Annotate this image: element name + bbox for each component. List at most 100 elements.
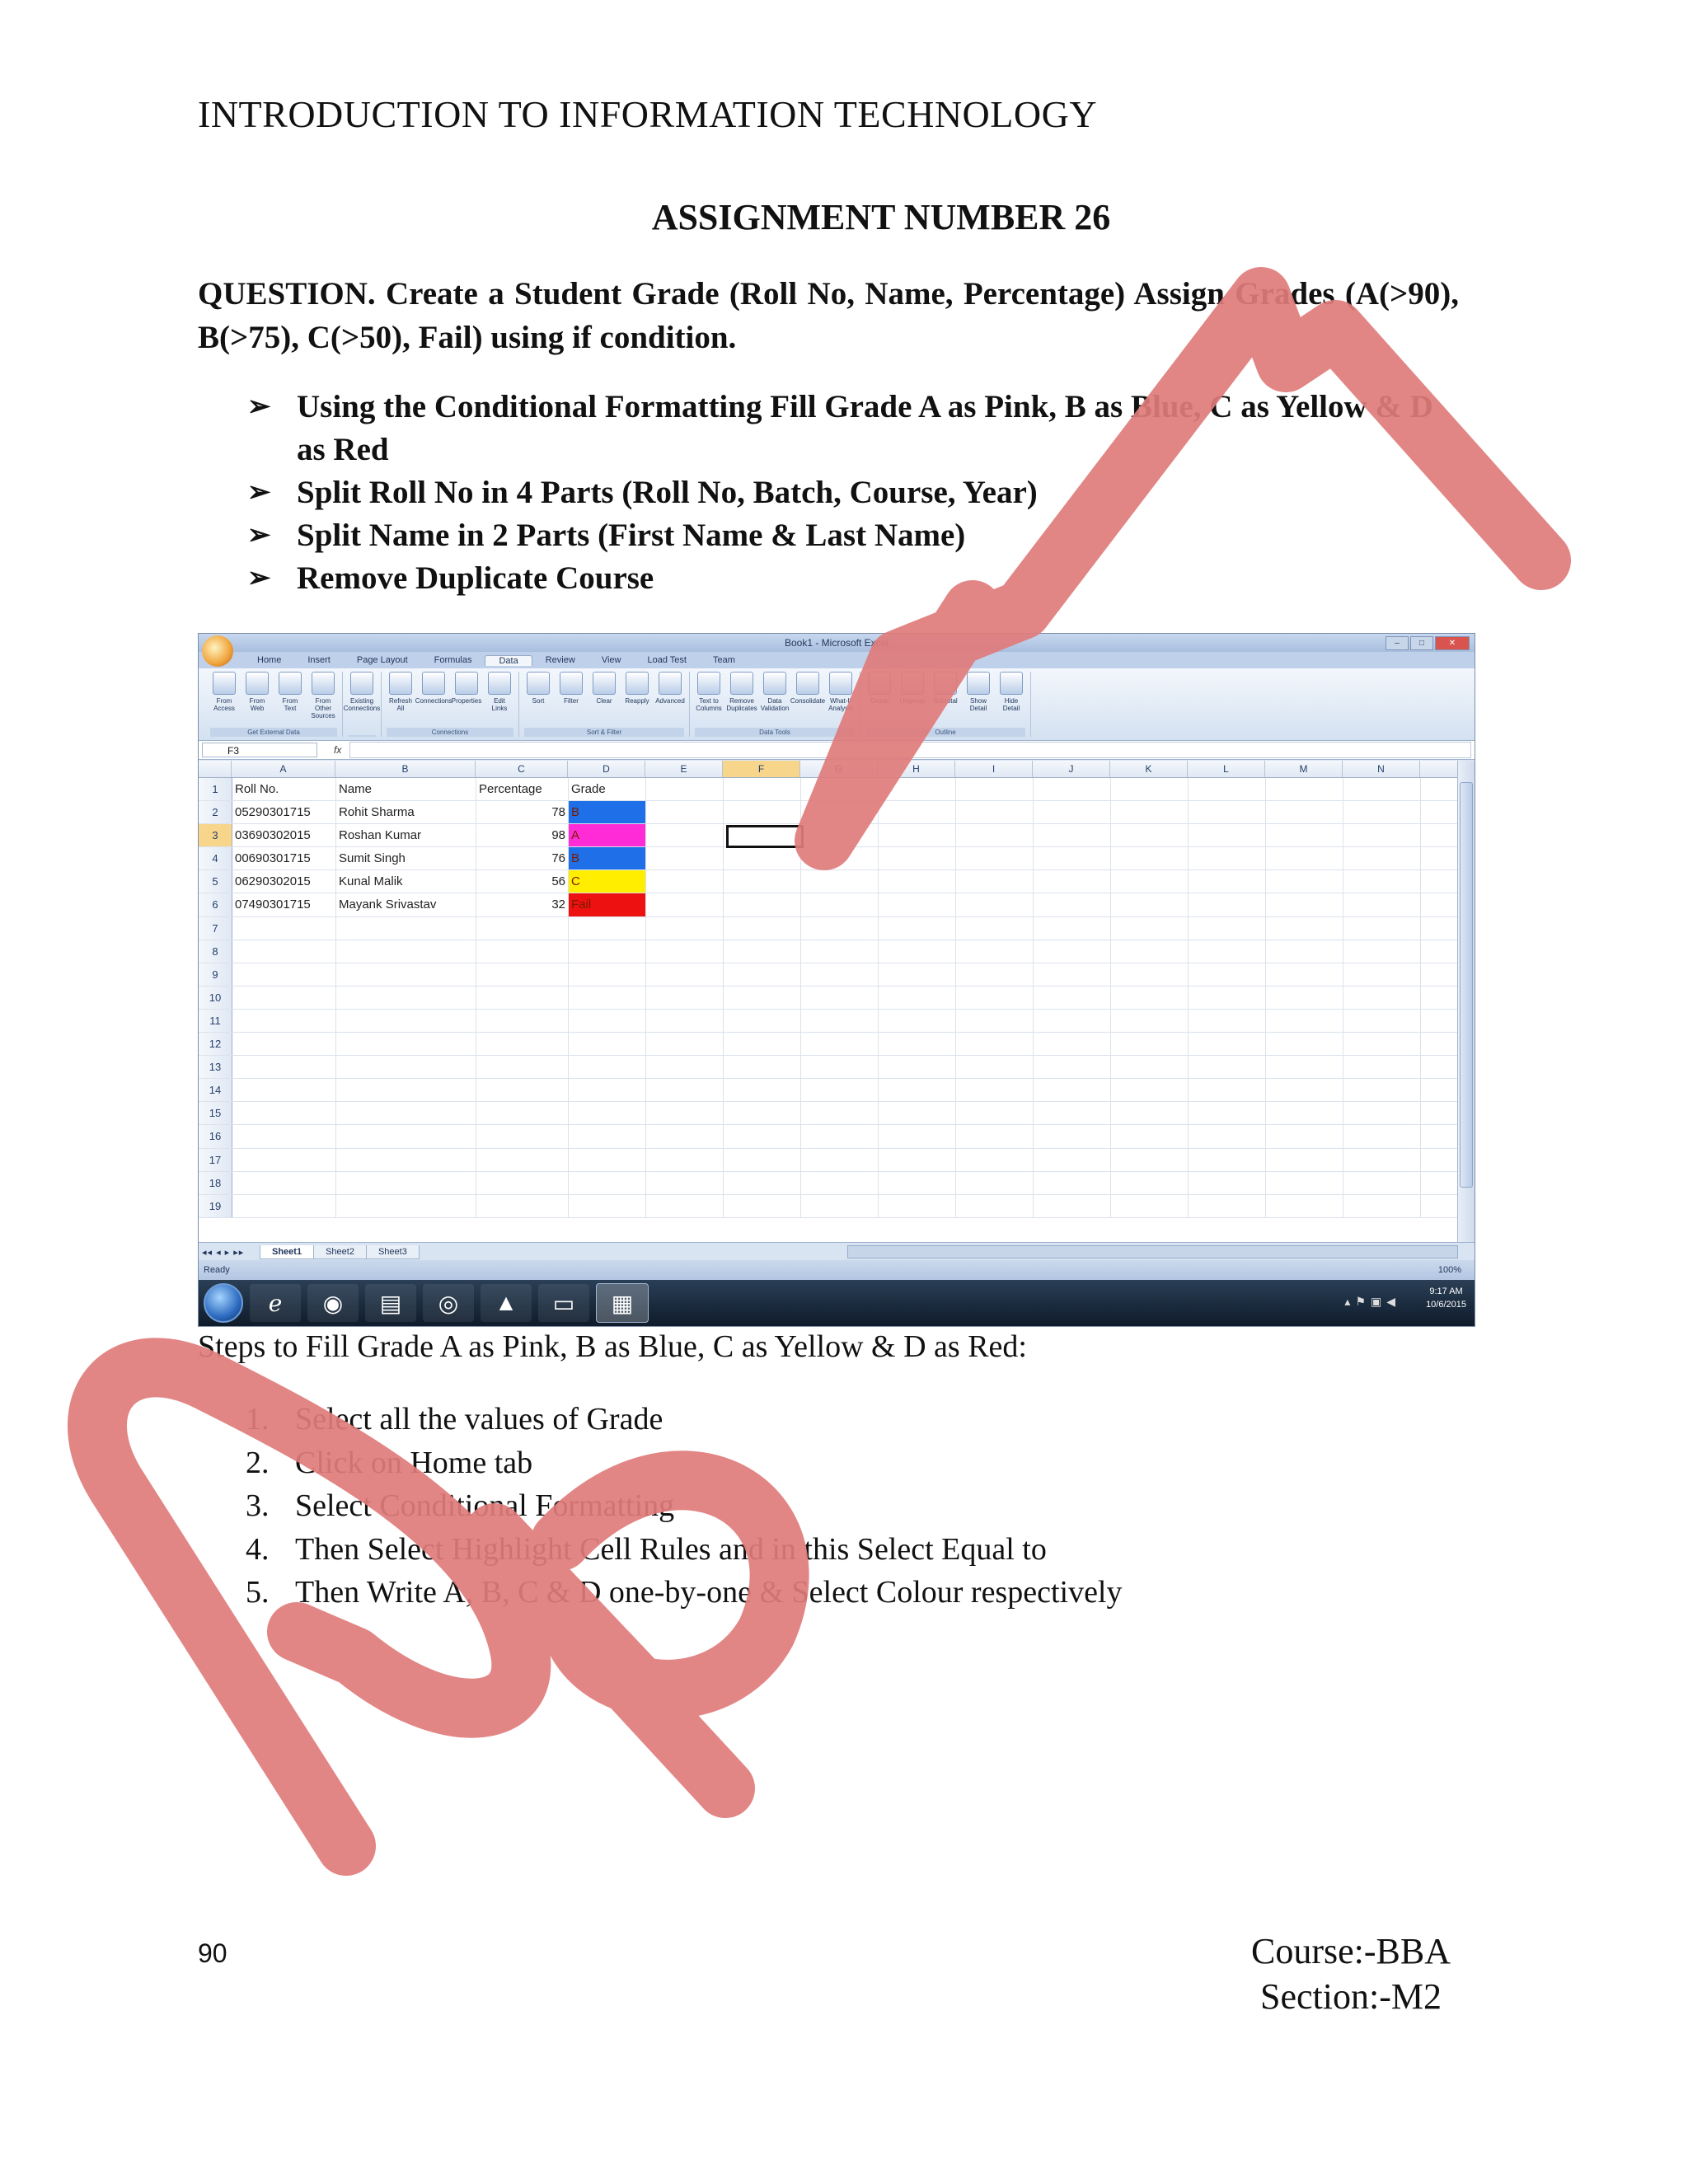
column-header-f[interactable]: F: [723, 761, 800, 777]
cell-a18[interactable]: [232, 1171, 336, 1194]
cell-a14[interactable]: [232, 1079, 336, 1102]
row-header[interactable]: 18: [199, 1171, 232, 1194]
cell-b14[interactable]: [336, 1079, 476, 1102]
cell-j3[interactable]: [1034, 824, 1111, 847]
cell-n15[interactable]: [1343, 1102, 1421, 1125]
cell-k18[interactable]: [1111, 1171, 1189, 1194]
cell-f16[interactable]: [724, 1125, 801, 1148]
cell-g16[interactable]: [801, 1125, 879, 1148]
sheet-tab-sheet3[interactable]: Sheet3: [365, 1244, 420, 1259]
cell-h18[interactable]: [879, 1171, 956, 1194]
column-header-l[interactable]: L: [1188, 761, 1265, 777]
tab-team[interactable]: Team: [700, 655, 748, 665]
cell-l16[interactable]: [1189, 1125, 1266, 1148]
row-header[interactable]: 10: [199, 986, 232, 1009]
tab-home[interactable]: Home: [244, 655, 294, 665]
cell-a11[interactable]: [232, 1009, 336, 1033]
cell-b1[interactable]: Name: [336, 778, 476, 801]
column-header-n[interactable]: N: [1343, 761, 1420, 777]
cell-n14[interactable]: [1343, 1079, 1421, 1102]
close-icon[interactable]: ✕: [1435, 636, 1470, 650]
cell-a16[interactable]: [232, 1125, 336, 1148]
column-header-h[interactable]: H: [878, 761, 955, 777]
cell-m14[interactable]: [1266, 1079, 1343, 1102]
cell-c15[interactable]: [476, 1102, 569, 1125]
cell-c3[interactable]: 98: [476, 824, 569, 847]
cell-a6[interactable]: 07490301715: [232, 893, 336, 916]
cell-f6[interactable]: [724, 893, 801, 916]
cell-f14[interactable]: [724, 1079, 801, 1102]
cell-g4[interactable]: [801, 847, 879, 870]
cell-b19[interactable]: [336, 1194, 476, 1217]
system-tray-icons[interactable]: ▴⚑▣◀: [1344, 1295, 1400, 1309]
cell-b10[interactable]: [336, 986, 476, 1009]
column-header-k[interactable]: K: [1110, 761, 1188, 777]
cell-g10[interactable]: [801, 986, 879, 1009]
vertical-scrollbar[interactable]: [1457, 761, 1475, 1242]
cell-d13[interactable]: [569, 1056, 646, 1079]
cell-i18[interactable]: [956, 1171, 1034, 1194]
cell-i16[interactable]: [956, 1125, 1034, 1148]
cell-l1[interactable]: [1189, 778, 1266, 801]
cell-d7[interactable]: [569, 916, 646, 940]
cell-b12[interactable]: [336, 1033, 476, 1056]
tab-data[interactable]: Data: [485, 654, 532, 666]
cell-n17[interactable]: [1343, 1148, 1421, 1171]
cell-k3[interactable]: [1111, 824, 1189, 847]
row-header[interactable]: 2: [199, 801, 232, 824]
cell-j17[interactable]: [1034, 1148, 1111, 1171]
cell-h1[interactable]: [879, 778, 956, 801]
internet-explorer-icon[interactable]: ℯ: [250, 1284, 301, 1322]
remove-duplicates-button[interactable]: Remove Duplicates: [726, 672, 757, 712]
cell-g1[interactable]: [801, 778, 879, 801]
cell-l6[interactable]: [1189, 893, 1266, 916]
cell-b6[interactable]: Mayank Srivastav: [336, 893, 476, 916]
cell-d12[interactable]: [569, 1033, 646, 1056]
text-to-columns-button[interactable]: Text to Columns: [695, 672, 723, 712]
row-header[interactable]: 14: [199, 1079, 232, 1102]
cell-n13[interactable]: [1343, 1056, 1421, 1079]
cell-j9[interactable]: [1034, 963, 1111, 986]
cell-j1[interactable]: [1034, 778, 1111, 801]
cell-j18[interactable]: [1034, 1171, 1111, 1194]
cell-e3[interactable]: [646, 824, 724, 847]
cell-i4[interactable]: [956, 847, 1034, 870]
cell-b4[interactable]: Sumit Singh: [336, 847, 476, 870]
cell-n16[interactable]: [1343, 1125, 1421, 1148]
cell-a1[interactable]: Roll No.: [232, 778, 336, 801]
monitor-icon[interactable]: ▭: [538, 1284, 589, 1322]
fx-icon[interactable]: fx: [334, 744, 341, 756]
cell-k19[interactable]: [1111, 1194, 1189, 1217]
cell-i6[interactable]: [956, 893, 1034, 916]
row-header[interactable]: 3: [199, 824, 232, 847]
cell-n5[interactable]: [1343, 870, 1421, 893]
cell-c7[interactable]: [476, 916, 569, 940]
column-header-b[interactable]: B: [335, 761, 476, 777]
row-header[interactable]: 7: [199, 916, 232, 940]
hide-detail-button[interactable]: Hide Detail: [997, 672, 1025, 712]
cell-f10[interactable]: [724, 986, 801, 1009]
cell-b3[interactable]: Roshan Kumar: [336, 824, 476, 847]
cell-g2[interactable]: [801, 801, 879, 824]
cell-d15[interactable]: [569, 1102, 646, 1125]
cell-d4[interactable]: B: [569, 847, 646, 870]
cell-b9[interactable]: [336, 963, 476, 986]
column-header-m[interactable]: M: [1265, 761, 1343, 777]
cell-m11[interactable]: [1266, 1009, 1343, 1033]
cell-e16[interactable]: [646, 1125, 724, 1148]
cell-n6[interactable]: [1343, 893, 1421, 916]
cell-h11[interactable]: [879, 1009, 956, 1033]
cell-j10[interactable]: [1034, 986, 1111, 1009]
cell-g13[interactable]: [801, 1056, 879, 1079]
cell-d5[interactable]: C: [569, 870, 646, 893]
cell-d8[interactable]: [569, 940, 646, 963]
cell-e9[interactable]: [646, 963, 724, 986]
cell-h8[interactable]: [879, 940, 956, 963]
cell-d10[interactable]: [569, 986, 646, 1009]
cell-h7[interactable]: [879, 916, 956, 940]
cell-c18[interactable]: [476, 1171, 569, 1194]
cell-g5[interactable]: [801, 870, 879, 893]
from-text-button[interactable]: From Text: [276, 672, 304, 719]
cell-l8[interactable]: [1189, 940, 1266, 963]
cell-d3[interactable]: A: [569, 824, 646, 847]
